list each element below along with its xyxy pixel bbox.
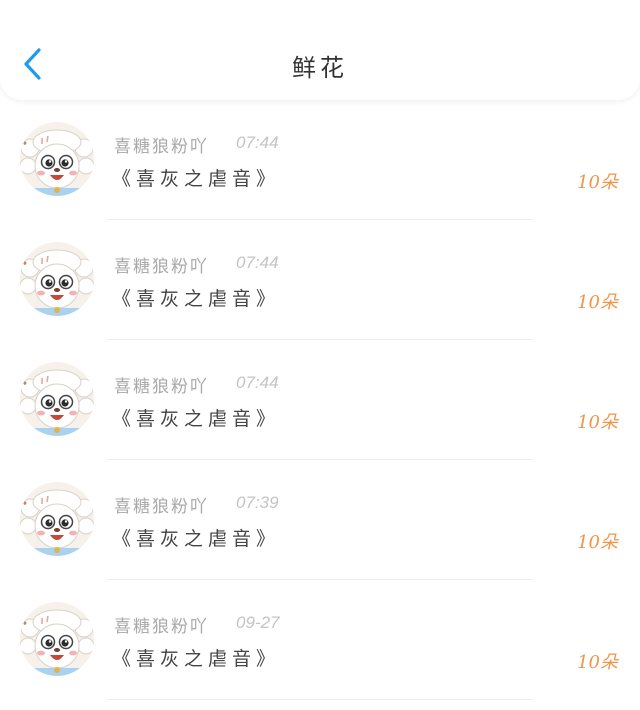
sender-name: 喜糖狼粉吖 [114, 617, 209, 637]
flower-amount: 10朵 [577, 292, 618, 313]
flower-amount: 10朵 [577, 532, 618, 553]
flower-amount: 10朵 [577, 172, 618, 193]
timestamp: 07:44 [236, 133, 279, 152]
avatar[interactable] [20, 482, 94, 556]
sender-name: 喜糖狼粉吖 [114, 257, 209, 277]
timestamp: 07:44 [236, 373, 279, 392]
avatar[interactable] [20, 602, 94, 676]
top-nav-bar: 鲜花 [0, 0, 640, 100]
timestamp: 07:39 [236, 493, 279, 512]
message-text: 《喜灰之虐音》 [112, 648, 281, 670]
list-item[interactable]: 喜糖狼粉吖 09-27 《喜灰之虐音》 10朵 [0, 580, 640, 700]
avatar[interactable] [20, 242, 94, 316]
message-text: 《喜灰之虐音》 [112, 528, 281, 550]
sender-name: 喜糖狼粉吖 [114, 497, 209, 517]
timestamp: 07:44 [236, 253, 279, 272]
list-item[interactable]: 喜糖狼粉吖 07:44 《喜灰之虐音》 10朵 [0, 100, 640, 220]
list-item[interactable]: 喜糖狼粉吖 07:44 《喜灰之虐音》 10朵 [0, 340, 640, 460]
page-title: 鲜花 [292, 54, 348, 82]
avatar[interactable] [20, 122, 94, 196]
divider [106, 699, 534, 700]
timestamp: 09-27 [236, 613, 280, 632]
flower-amount: 10朵 [577, 412, 618, 433]
list-item[interactable]: 喜糖狼粉吖 07:44 《喜灰之虐音》 10朵 [0, 220, 640, 340]
list-item[interactable]: 喜糖狼粉吖 07:39 《喜灰之虐音》 10朵 [0, 460, 640, 580]
flower-record-list: 喜糖狼粉吖 07:44 《喜灰之虐音》 10朵 喜糖狼粉吖 07:44 《喜灰之… [0, 100, 640, 700]
sender-name: 喜糖狼粉吖 [114, 137, 209, 157]
flower-amount: 10朵 [577, 652, 618, 673]
message-text: 《喜灰之虐音》 [112, 408, 281, 430]
message-text: 《喜灰之虐音》 [112, 288, 281, 310]
message-text: 《喜灰之虐音》 [112, 168, 281, 190]
sender-name: 喜糖狼粉吖 [114, 377, 209, 397]
avatar[interactable] [20, 362, 94, 436]
